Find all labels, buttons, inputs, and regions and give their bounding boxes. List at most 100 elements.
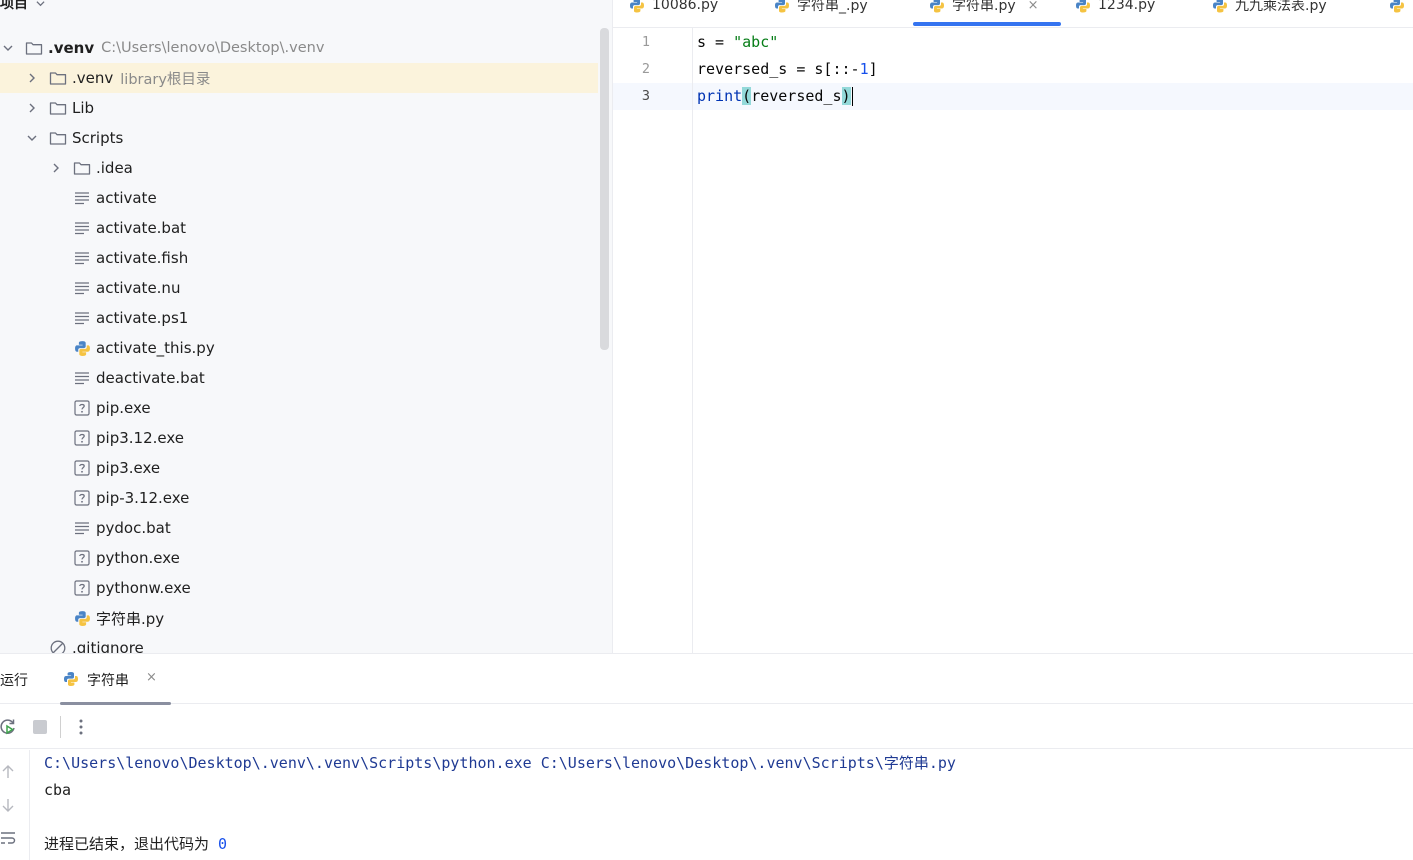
tree-item-label: Scripts bbox=[72, 129, 124, 147]
tree-item[interactable]: Scripts bbox=[0, 123, 598, 153]
tree-item[interactable]: pip3.exe bbox=[0, 453, 598, 483]
run-side-toolbar bbox=[0, 750, 30, 860]
editor-tab[interactable]: 10086.py bbox=[629, 0, 718, 16]
toolbar-separator bbox=[60, 716, 61, 738]
tree-item-label: 字符串.py bbox=[96, 609, 165, 628]
python-file-icon bbox=[774, 0, 790, 13]
editor-tab-label: 字符串_.py bbox=[797, 0, 868, 14]
close-icon[interactable]: × bbox=[146, 670, 157, 685]
line-number: 2 bbox=[641, 61, 650, 77]
editor-tab-label: 字符串.py bbox=[952, 0, 1016, 14]
tree-item[interactable]: activate.ps1 bbox=[0, 303, 598, 333]
editor-tab-label: 10086.py bbox=[652, 0, 719, 13]
tree-item[interactable]: activate.fish bbox=[0, 243, 598, 273]
project-header[interactable]: 项目 bbox=[0, 0, 45, 14]
tree-item-label: .venv bbox=[72, 69, 114, 87]
matched-paren-open: ( bbox=[742, 87, 752, 105]
unknown-file-icon bbox=[73, 489, 91, 507]
editor-tab[interactable]: 字符串.py × bbox=[929, 0, 1039, 16]
tree-item-hint: library根目录 bbox=[120, 71, 211, 88]
chevron-down-icon[interactable] bbox=[25, 131, 39, 145]
tree-item[interactable]: pip3.12.exe bbox=[0, 423, 598, 453]
tree-item[interactable]: pip-3.12.exe bbox=[0, 483, 598, 513]
run-panel-header: 运行 字符串 × bbox=[0, 654, 1413, 705]
more-options-icon[interactable] bbox=[71, 717, 91, 737]
run-tab-label: 字符串 bbox=[87, 673, 129, 689]
tree-item-label: pip-3.12.exe bbox=[96, 489, 190, 507]
folder-icon bbox=[73, 159, 91, 177]
tree-scrollbar[interactable] bbox=[600, 28, 609, 350]
exit-message: 进程已结束，退出代码为 bbox=[44, 835, 219, 853]
active-tab-indicator bbox=[913, 22, 1061, 26]
unknown-file-icon bbox=[73, 459, 91, 477]
folder-icon bbox=[49, 99, 67, 117]
tree-item[interactable]: .venv library根目录 bbox=[0, 63, 598, 93]
tree-item-label: .venv bbox=[48, 39, 95, 57]
exit-code: 0 bbox=[218, 835, 228, 853]
tree-item[interactable]: python.exe bbox=[0, 543, 598, 573]
code-editor[interactable]: 10086.py 字符串_.py 字符串.py × 1234.py 九九乘法表.py 1 … bbox=[613, 0, 1413, 653]
code-token: s = bbox=[697, 33, 734, 51]
code-line-1[interactable]: s = "abc" bbox=[697, 29, 778, 56]
soft-wrap-icon[interactable] bbox=[0, 830, 16, 846]
tree-item[interactable]: activate.nu bbox=[0, 273, 598, 303]
tree-item[interactable]: 字符串.py bbox=[0, 603, 598, 633]
text-file-icon bbox=[73, 279, 91, 297]
tree-item[interactable]: activate bbox=[0, 183, 598, 213]
tree-item[interactable]: Lib bbox=[0, 93, 598, 123]
editor-tab[interactable]: 九九乘法表.py bbox=[1212, 0, 1327, 16]
tree-item-label: pip3.12.exe bbox=[96, 429, 184, 447]
chevron-down-icon[interactable] bbox=[1, 41, 15, 55]
editor-tab[interactable]: 字符串_.py bbox=[774, 0, 868, 16]
chevron-right-icon[interactable] bbox=[25, 71, 39, 85]
arrow-down-icon[interactable] bbox=[0, 797, 16, 813]
tree-item-label: activate.fish bbox=[96, 249, 189, 267]
tree-item[interactable]: pythonw.exe bbox=[0, 573, 598, 603]
arrow-up-icon[interactable] bbox=[0, 764, 16, 780]
run-tab-strings[interactable]: 字符串 × bbox=[60, 654, 171, 705]
chevron-right-icon[interactable] bbox=[25, 101, 39, 115]
text-file-icon bbox=[73, 309, 91, 327]
tree-item-label: .idea bbox=[96, 159, 133, 177]
editor-tab-bar: 10086.py 字符串_.py 字符串.py × 1234.py 九九乘法表.py bbox=[613, 0, 1413, 28]
text-caret bbox=[851, 87, 854, 106]
code-token: reversed_s = s[::- bbox=[697, 60, 860, 78]
text-file-icon bbox=[73, 369, 91, 387]
editor-tab[interactable]: 1234.py bbox=[1075, 0, 1155, 16]
tree-item[interactable]: deactivate.bat bbox=[0, 363, 598, 393]
tree-item-label: python.exe bbox=[96, 549, 180, 567]
python-file-icon bbox=[929, 0, 945, 13]
python-file-icon bbox=[1212, 0, 1228, 13]
tree-item[interactable]: .idea bbox=[0, 153, 598, 183]
editor-tab-overflow[interactable] bbox=[1389, 0, 1412, 16]
tree-item[interactable]: .venv C:\Users\lenovo\Desktop\.venv bbox=[0, 33, 598, 63]
code-line-3[interactable]: print(reversed_s) bbox=[697, 83, 854, 110]
text-file-icon bbox=[73, 219, 91, 237]
tree-item[interactable]: activate.bat bbox=[0, 213, 598, 243]
tree-item[interactable]: activate_this.py bbox=[0, 333, 598, 363]
tree-item[interactable]: pydoc.bat bbox=[0, 513, 598, 543]
code-line-2[interactable]: reversed_s = s[::-1] bbox=[697, 56, 878, 83]
close-icon[interactable]: × bbox=[1028, 0, 1039, 13]
python-file-icon bbox=[1389, 0, 1405, 13]
console-command-line: C:\Users\lenovo\Desktop\.venv\.venv\Scri… bbox=[44, 754, 956, 772]
chevron-right-icon[interactable] bbox=[49, 161, 63, 175]
matched-paren-close: ) bbox=[841, 87, 851, 105]
unknown-file-icon bbox=[73, 579, 91, 597]
tree-item-label: activate.ps1 bbox=[96, 309, 189, 327]
tree-item-label: Lib bbox=[72, 99, 95, 117]
tree-item[interactable]: .gitignore bbox=[0, 633, 598, 653]
console-output[interactable]: C:\Users\lenovo\Desktop\.venv\.venv\Scri… bbox=[44, 750, 956, 858]
project-title: 项目 bbox=[0, 0, 28, 12]
run-toolbar bbox=[0, 705, 1413, 749]
tree-item-label: activate.bat bbox=[96, 219, 187, 237]
text-file-icon bbox=[73, 189, 91, 207]
run-panel: 运行 字符串 × C:\Users\lenovo\Desktop\.venv\.… bbox=[0, 653, 1413, 860]
stop-icon[interactable] bbox=[30, 717, 50, 737]
python-file-icon bbox=[73, 609, 91, 627]
rerun-icon[interactable] bbox=[0, 717, 18, 737]
unknown-file-icon bbox=[73, 429, 91, 447]
text-file-icon bbox=[73, 249, 91, 267]
tree-item[interactable]: pip.exe bbox=[0, 393, 598, 423]
code-token: ] bbox=[868, 60, 878, 78]
